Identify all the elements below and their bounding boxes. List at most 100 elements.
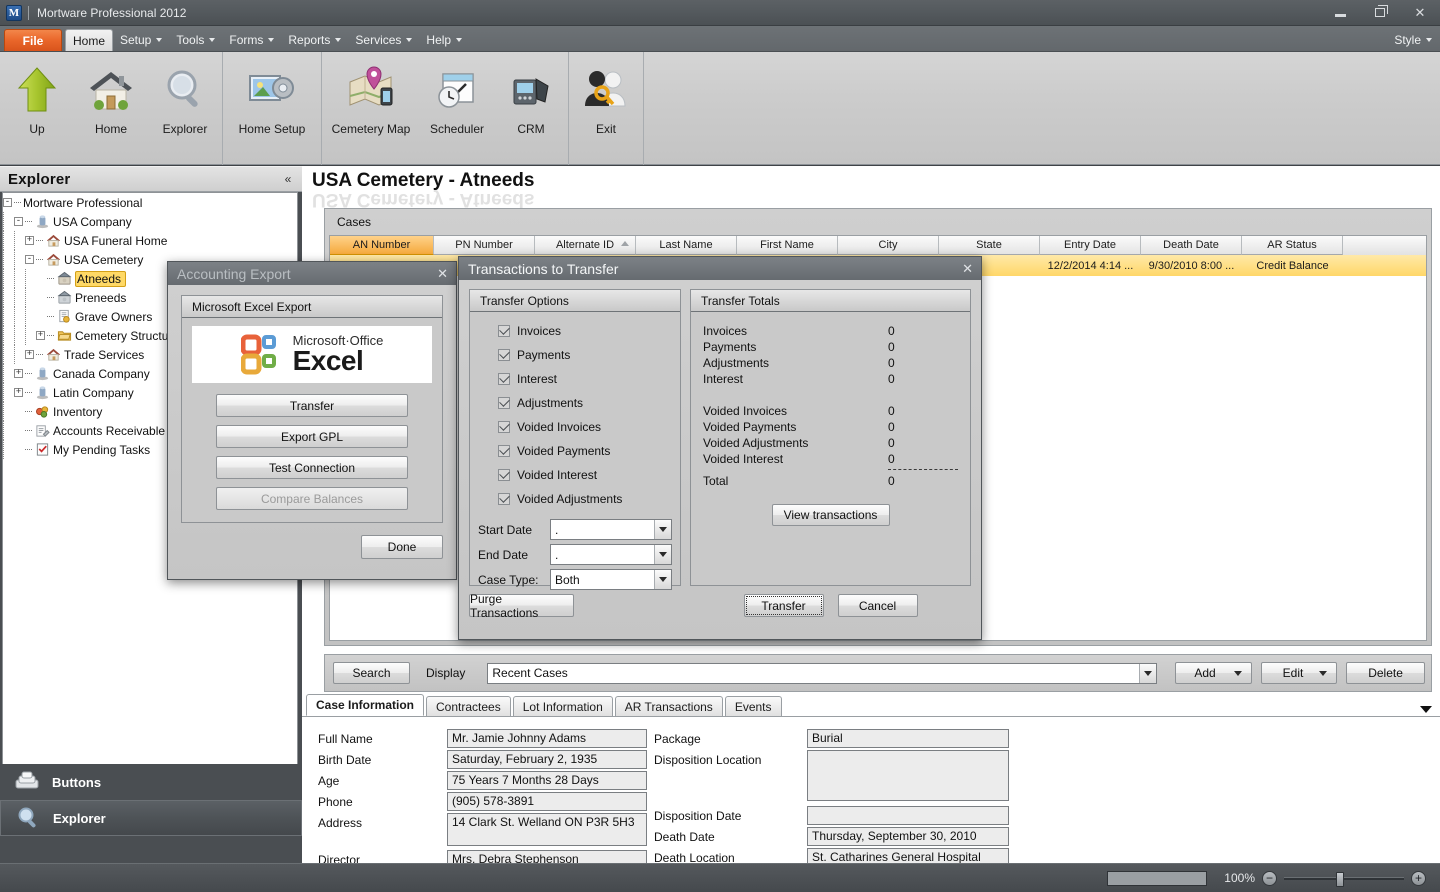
tab-contractees[interactable]: Contractees bbox=[426, 696, 511, 716]
field-value-address[interactable]: 14 Clark St. Welland ON P3R 5H3 bbox=[447, 813, 647, 846]
menu-forms[interactable]: Forms bbox=[222, 29, 281, 51]
field-value-disposition-location[interactable] bbox=[807, 750, 1009, 801]
close-icon[interactable]: ✕ bbox=[962, 262, 973, 275]
tree-toggle-collapse-icon[interactable]: - bbox=[3, 198, 12, 207]
checkbox-payments[interactable]: Payments bbox=[498, 343, 680, 367]
transfer-confirm-button[interactable]: Transfer bbox=[743, 594, 824, 617]
tree-toggle-expand-icon[interactable]: + bbox=[14, 388, 23, 397]
ribbon-button-crm[interactable]: CRM bbox=[494, 52, 568, 152]
tree-toggle-collapse-icon[interactable]: - bbox=[25, 255, 34, 264]
zoom-out-button[interactable]: − bbox=[1262, 870, 1277, 886]
minimize-button[interactable] bbox=[1320, 0, 1360, 26]
expand-detail-panel-button[interactable] bbox=[1420, 702, 1432, 716]
tree-toggle-expand-icon[interactable]: + bbox=[36, 331, 45, 340]
chevron-down-icon[interactable] bbox=[1233, 671, 1242, 676]
tab-events[interactable]: Events bbox=[724, 696, 782, 716]
grid-column-header-an-number[interactable]: AN Number bbox=[330, 236, 434, 255]
ribbon-button-explorer[interactable]: Explorer bbox=[148, 52, 222, 152]
checkbox-icon[interactable] bbox=[498, 396, 510, 409]
tree-toggle-expand-icon[interactable]: + bbox=[25, 236, 34, 245]
field-combo[interactable]: . bbox=[550, 519, 672, 540]
purge-transactions-button[interactable]: Purge Transactions bbox=[469, 592, 574, 620]
close-button[interactable]: ✕ bbox=[1400, 0, 1440, 26]
display-combo[interactable]: Recent Cases bbox=[487, 662, 1158, 684]
checkbox-voided-interest[interactable]: Voided Interest bbox=[498, 463, 680, 487]
field-value-death-date[interactable]: Thursday, September 30, 2010 bbox=[807, 827, 1009, 846]
grid-column-header-last-name[interactable]: Last Name bbox=[636, 236, 737, 255]
checkbox-interest[interactable]: Interest bbox=[498, 367, 680, 391]
view-transactions-button[interactable]: View transactions bbox=[771, 504, 890, 526]
field-value-age[interactable]: 75 Years 7 Months 28 Days bbox=[447, 771, 647, 790]
checkbox-icon[interactable] bbox=[498, 444, 510, 457]
sidebar-item-explorer[interactable]: Explorer bbox=[0, 800, 302, 836]
checkbox-icon[interactable] bbox=[498, 324, 510, 337]
tree-item-usa-company[interactable]: - USA Company bbox=[3, 212, 297, 231]
menu-setup[interactable]: Setup bbox=[113, 29, 169, 51]
grid-column-header-pn-number[interactable]: PN Number bbox=[434, 236, 535, 255]
checkbox-voided-invoices[interactable]: Voided Invoices bbox=[498, 415, 680, 439]
field-combo[interactable]: Both bbox=[550, 569, 672, 590]
grid-column-header-first-name[interactable]: First Name bbox=[737, 236, 838, 255]
restore-button[interactable] bbox=[1360, 0, 1400, 26]
edit-button[interactable]: Edit bbox=[1260, 662, 1338, 684]
search-button[interactable]: Search bbox=[333, 662, 411, 684]
tree-item-mortware-professional[interactable]: - Mortware Professional bbox=[3, 193, 297, 212]
zoom-slider[interactable] bbox=[1284, 871, 1404, 887]
grid-column-header-city[interactable]: City bbox=[838, 236, 939, 255]
menu-file[interactable]: File bbox=[4, 29, 62, 51]
field-value-disposition-date[interactable] bbox=[807, 806, 1009, 825]
zoom-control[interactable]: 100% − + bbox=[1221, 870, 1426, 887]
done-button[interactable]: Done bbox=[361, 535, 443, 559]
menu-style[interactable]: Style bbox=[1394, 29, 1432, 51]
grid-column-header-ar-status[interactable]: AR Status bbox=[1242, 236, 1343, 255]
menu-reports[interactable]: Reports bbox=[281, 29, 348, 51]
chevron-down-icon[interactable] bbox=[1319, 671, 1328, 676]
checkbox-icon[interactable] bbox=[498, 348, 510, 361]
delete-button[interactable]: Delete bbox=[1346, 662, 1425, 684]
chevron-down-icon[interactable] bbox=[654, 520, 671, 539]
grid-column-header-state[interactable]: State bbox=[939, 236, 1040, 255]
tree-toggle-collapse-icon[interactable]: - bbox=[14, 217, 23, 226]
ribbon-button-home-setup[interactable]: Home Setup bbox=[223, 52, 321, 152]
tree-toggle-expand-icon[interactable]: + bbox=[14, 369, 23, 378]
grid-column-header-entry-date[interactable]: Entry Date bbox=[1040, 236, 1141, 255]
tree-item-usa-funeral-home[interactable]: + USA Funeral Home bbox=[3, 231, 297, 250]
chevron-down-icon[interactable] bbox=[1139, 663, 1157, 683]
field-value-birth-date[interactable]: Saturday, February 2, 1935 bbox=[447, 750, 647, 769]
chevron-down-icon[interactable] bbox=[654, 570, 671, 589]
tab-cases[interactable]: Cases bbox=[337, 215, 371, 229]
checkbox-icon[interactable] bbox=[498, 372, 510, 385]
tree-toggle-expand-icon[interactable]: + bbox=[25, 350, 34, 359]
chevron-down-icon[interactable] bbox=[654, 545, 671, 564]
menu-tools[interactable]: Tools bbox=[169, 29, 222, 51]
menu-home[interactable]: Home bbox=[65, 29, 113, 51]
checkbox-icon[interactable] bbox=[498, 492, 510, 505]
add-button[interactable]: Add bbox=[1175, 662, 1252, 684]
field-value-package[interactable]: Burial bbox=[807, 729, 1009, 748]
field-value-phone[interactable]: (905) 578-3891 bbox=[447, 792, 647, 811]
zoom-in-button[interactable]: + bbox=[1411, 870, 1426, 886]
menu-services[interactable]: Services bbox=[348, 29, 419, 51]
field-value-full-name[interactable]: Mr. Jamie Johnny Adams bbox=[447, 729, 647, 748]
ribbon-button-exit[interactable]: Exit bbox=[569, 52, 643, 152]
checkbox-adjustments[interactable]: Adjustments bbox=[498, 391, 680, 415]
ribbon-button-cemetery-map[interactable]: Cemetery Map bbox=[322, 52, 420, 152]
sidebar-item-buttons[interactable]: Buttons bbox=[0, 764, 302, 800]
checkbox-icon[interactable] bbox=[498, 420, 510, 433]
checkbox-icon[interactable] bbox=[498, 468, 510, 481]
close-icon[interactable]: ✕ bbox=[437, 267, 448, 280]
tab-ar-transactions[interactable]: AR Transactions bbox=[614, 696, 723, 716]
menu-help[interactable]: Help bbox=[419, 29, 469, 51]
collapse-panel-button[interactable]: « bbox=[278, 169, 298, 189]
transfer-button[interactable]: Transfer bbox=[216, 394, 408, 417]
checkbox-invoices[interactable]: Invoices bbox=[498, 319, 680, 343]
checkbox-voided-payments[interactable]: Voided Payments bbox=[498, 439, 680, 463]
ribbon-button-scheduler[interactable]: Scheduler bbox=[420, 52, 494, 152]
cancel-button[interactable]: Cancel bbox=[837, 594, 918, 617]
test-connection-button[interactable]: Test Connection bbox=[216, 456, 408, 479]
export-gpl-button[interactable]: Export GPL bbox=[216, 425, 408, 448]
zoom-slider-thumb[interactable] bbox=[1336, 871, 1344, 887]
grid-column-header-death-date[interactable]: Death Date bbox=[1141, 236, 1242, 255]
field-combo[interactable]: . bbox=[550, 544, 672, 565]
ribbon-button-home[interactable]: Home bbox=[74, 52, 148, 152]
